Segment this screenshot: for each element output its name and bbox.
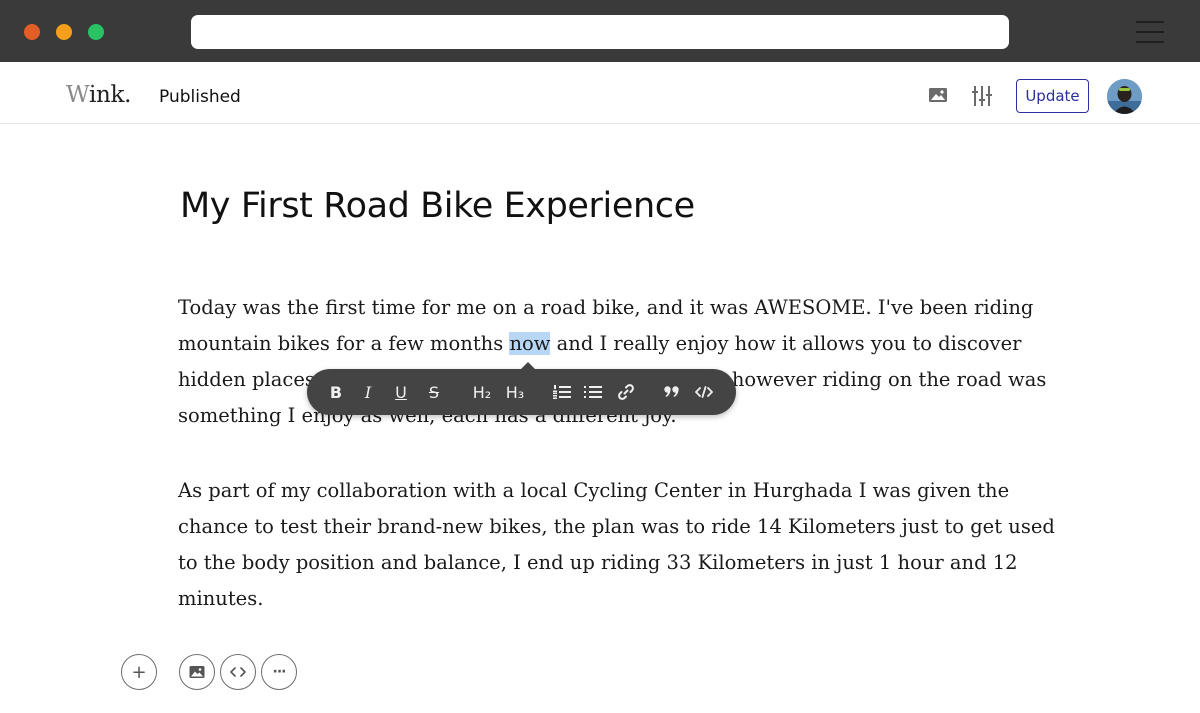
avatar[interactable] [1107,79,1142,114]
maximize-window-button[interactable] [88,24,104,40]
browser-chrome [0,0,1200,62]
update-button[interactable]: Update [1016,79,1089,113]
italic-button[interactable]: I [355,380,381,404]
code-button[interactable] [691,380,717,404]
heading-3-button[interactable]: H₃ [500,380,530,404]
underline-button[interactable]: U [388,380,414,404]
code-brackets-icon [230,667,246,677]
quote-button[interactable] [659,380,685,404]
ordered-list-button[interactable] [549,380,575,404]
heading-2-button[interactable]: H₂ [467,380,497,404]
paragraph-line: mountain bikes for a few months now and … [178,332,1022,355]
quote-icon [664,386,679,397]
app-header: Wink. Published Update [0,62,1200,124]
selected-text[interactable]: now [509,332,551,355]
minimize-window-button[interactable] [56,24,72,40]
toolbar-caret [521,362,535,369]
settings-sliders-icon[interactable] [971,84,993,106]
ordered-list-icon [553,385,571,399]
italic-icon: I [364,382,372,402]
more-dots-icon: ··· [272,664,287,680]
code-icon [695,386,713,398]
bold-icon: B [329,382,343,402]
publish-status: Published [159,87,241,107]
paragraph-line: to the body position and balance, I end … [178,551,1018,574]
article-title[interactable]: My First Road Bike Experience [180,186,695,226]
insert-code-button[interactable] [220,654,256,690]
underline-icon: U [395,382,407,402]
bullet-list-button[interactable] [580,380,606,404]
paragraph-2[interactable]: As part of my collaboration with a local… [178,473,1055,617]
plus-icon: + [131,661,147,683]
formatting-toolbar: B I U S H₂ H₃ [307,362,736,415]
bold-button[interactable]: B [323,380,349,404]
close-window-button[interactable] [24,24,40,40]
heading-2-icon: H₂ [472,382,492,402]
link-button[interactable] [613,380,639,404]
paragraph-line: minutes. [178,587,264,610]
more-options-button[interactable]: ··· [261,654,297,690]
paragraph-line: Today was the first time for me on a roa… [178,296,1034,319]
logo[interactable]: Wink. [66,82,131,108]
insert-image-button[interactable] [179,654,215,690]
paragraph-line: As part of my collaboration with a local… [178,479,1010,502]
strikethrough-button[interactable]: S [421,380,447,404]
link-icon [618,384,634,400]
hamburger-menu-icon[interactable] [1136,19,1164,45]
paragraph-line: chance to test their brand-new bikes, th… [178,515,1055,538]
image-icon [189,666,205,678]
add-block-button[interactable]: + [121,654,157,690]
heading-3-icon: H₃ [505,382,525,402]
address-bar[interactable] [191,15,1009,49]
image-icon[interactable] [927,84,949,106]
bullet-list-icon [584,386,602,398]
strikethrough-icon: S [428,382,440,402]
